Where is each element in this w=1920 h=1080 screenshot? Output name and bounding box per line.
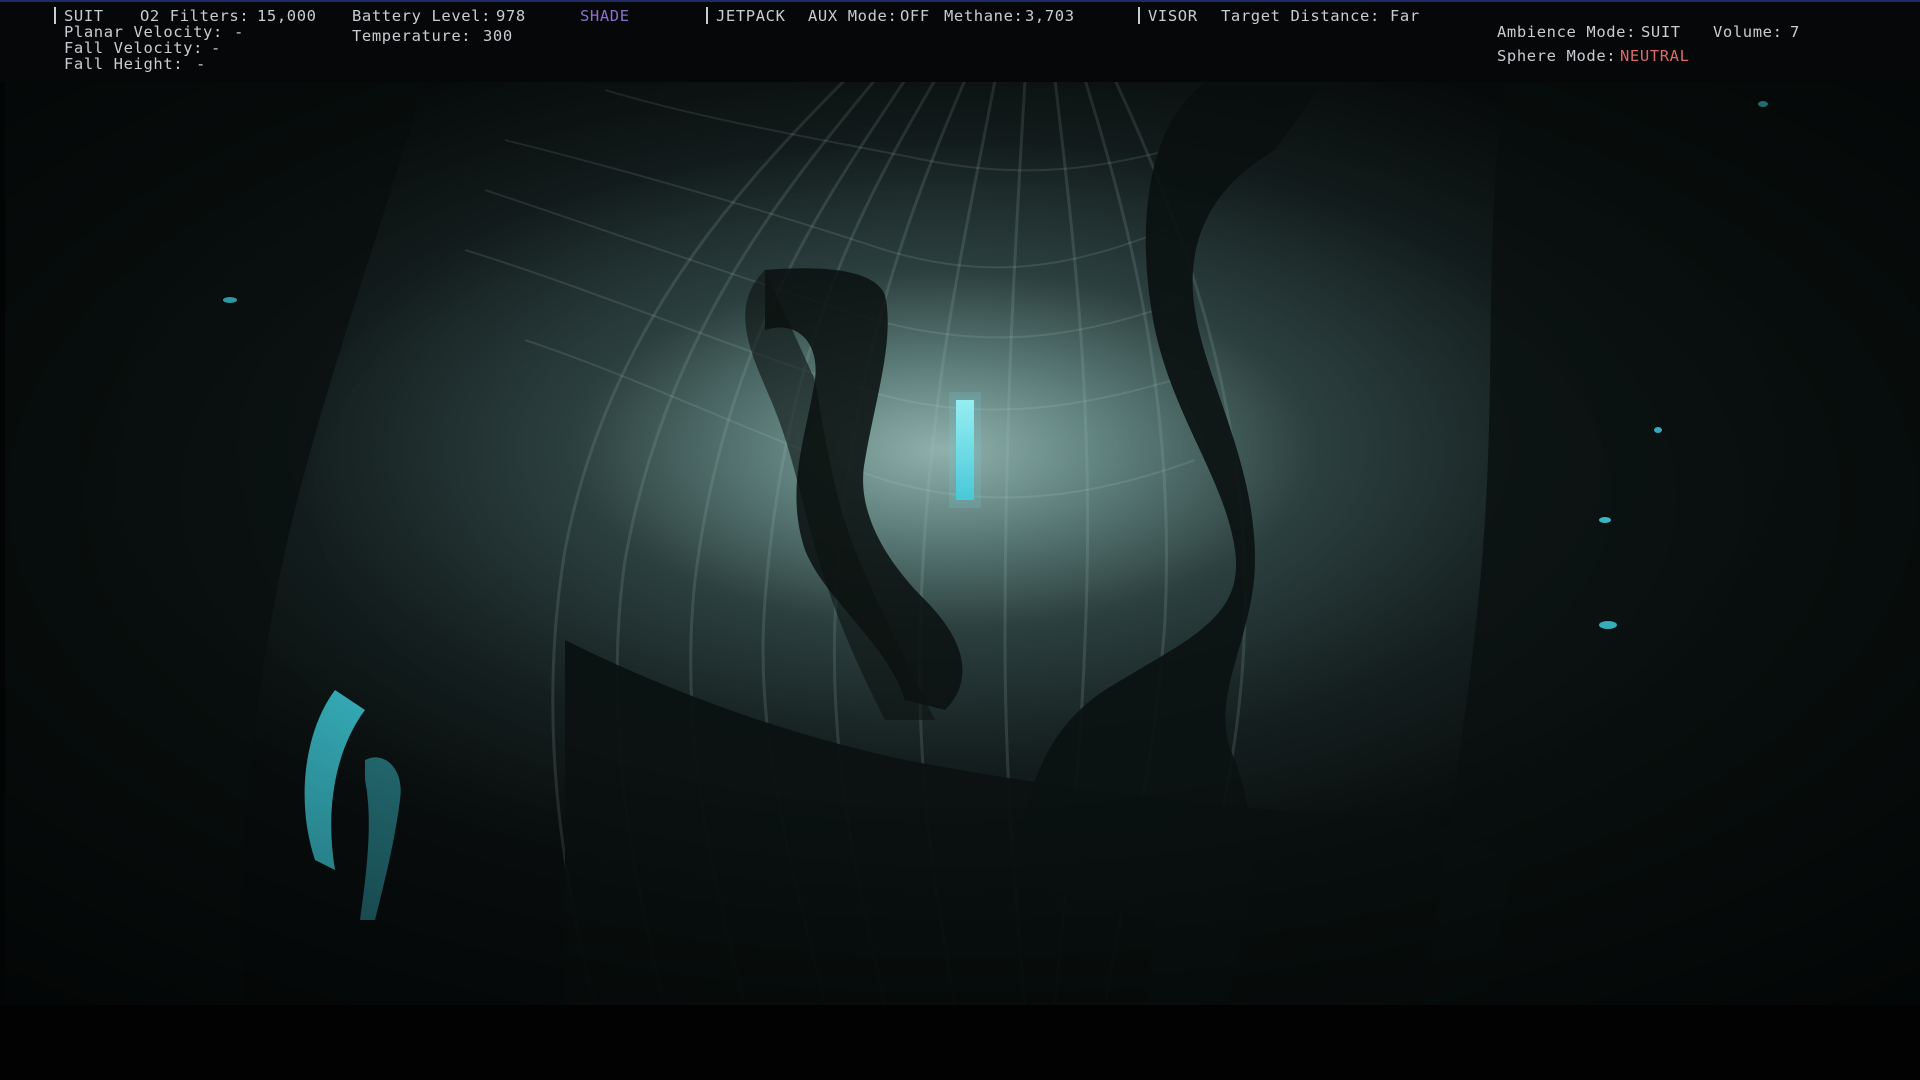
aux-mode-label: AUX Mode: bbox=[808, 7, 898, 25]
cave-scene bbox=[5, 80, 1920, 1005]
battery-level-value: 978 bbox=[496, 7, 526, 25]
sphere-mode-value: NEUTRAL bbox=[1620, 47, 1690, 65]
sphere-mode-label: Sphere Mode: bbox=[1497, 47, 1617, 65]
hud-bar: SUIT O2 Filters: 15,000 Planar Velocity:… bbox=[0, 0, 1920, 82]
o2-filters-value: 15,000 bbox=[257, 7, 317, 25]
fall-height-value: - bbox=[196, 55, 206, 73]
jetpack-section-label: JETPACK bbox=[716, 7, 786, 25]
ambience-mode-label: Ambience Mode: bbox=[1497, 23, 1637, 41]
target-distance-label: Target Distance: bbox=[1221, 7, 1380, 25]
fall-height-label: Fall Height: bbox=[64, 55, 184, 73]
methane-value: 3,703 bbox=[1025, 7, 1075, 25]
aux-mode-value: OFF bbox=[900, 7, 930, 25]
methane-label: Methane: bbox=[944, 7, 1024, 25]
game-screen: SUIT O2 Filters: 15,000 Planar Velocity:… bbox=[0, 0, 1920, 1080]
volume-label: Volume: bbox=[1713, 23, 1783, 41]
temperature-value: 300 bbox=[483, 27, 513, 45]
planar-velocity-value: - bbox=[234, 23, 244, 41]
jetpack-divider bbox=[706, 7, 708, 24]
fall-velocity-label: Fall Velocity: bbox=[64, 39, 204, 57]
battery-level-label: Battery Level: bbox=[352, 7, 492, 25]
volume-value: 7 bbox=[1790, 23, 1800, 41]
shade-indicator: SHADE bbox=[580, 7, 630, 25]
visor-section-label: VISOR bbox=[1148, 7, 1198, 25]
game-viewport[interactable] bbox=[5, 80, 1920, 1005]
o2-filters-label: O2 Filters: bbox=[140, 7, 250, 25]
suit-section-label: SUIT bbox=[64, 7, 104, 25]
temperature-label: Temperature: bbox=[352, 27, 472, 45]
suit-divider bbox=[54, 7, 56, 24]
visor-divider bbox=[1138, 7, 1140, 24]
fall-velocity-value: - bbox=[211, 39, 221, 57]
bottom-letterbox bbox=[0, 1005, 1920, 1080]
planar-velocity-label: Planar Velocity: bbox=[64, 23, 223, 41]
target-distance-value: Far bbox=[1390, 7, 1420, 25]
ambience-mode-value: SUIT bbox=[1641, 23, 1681, 41]
